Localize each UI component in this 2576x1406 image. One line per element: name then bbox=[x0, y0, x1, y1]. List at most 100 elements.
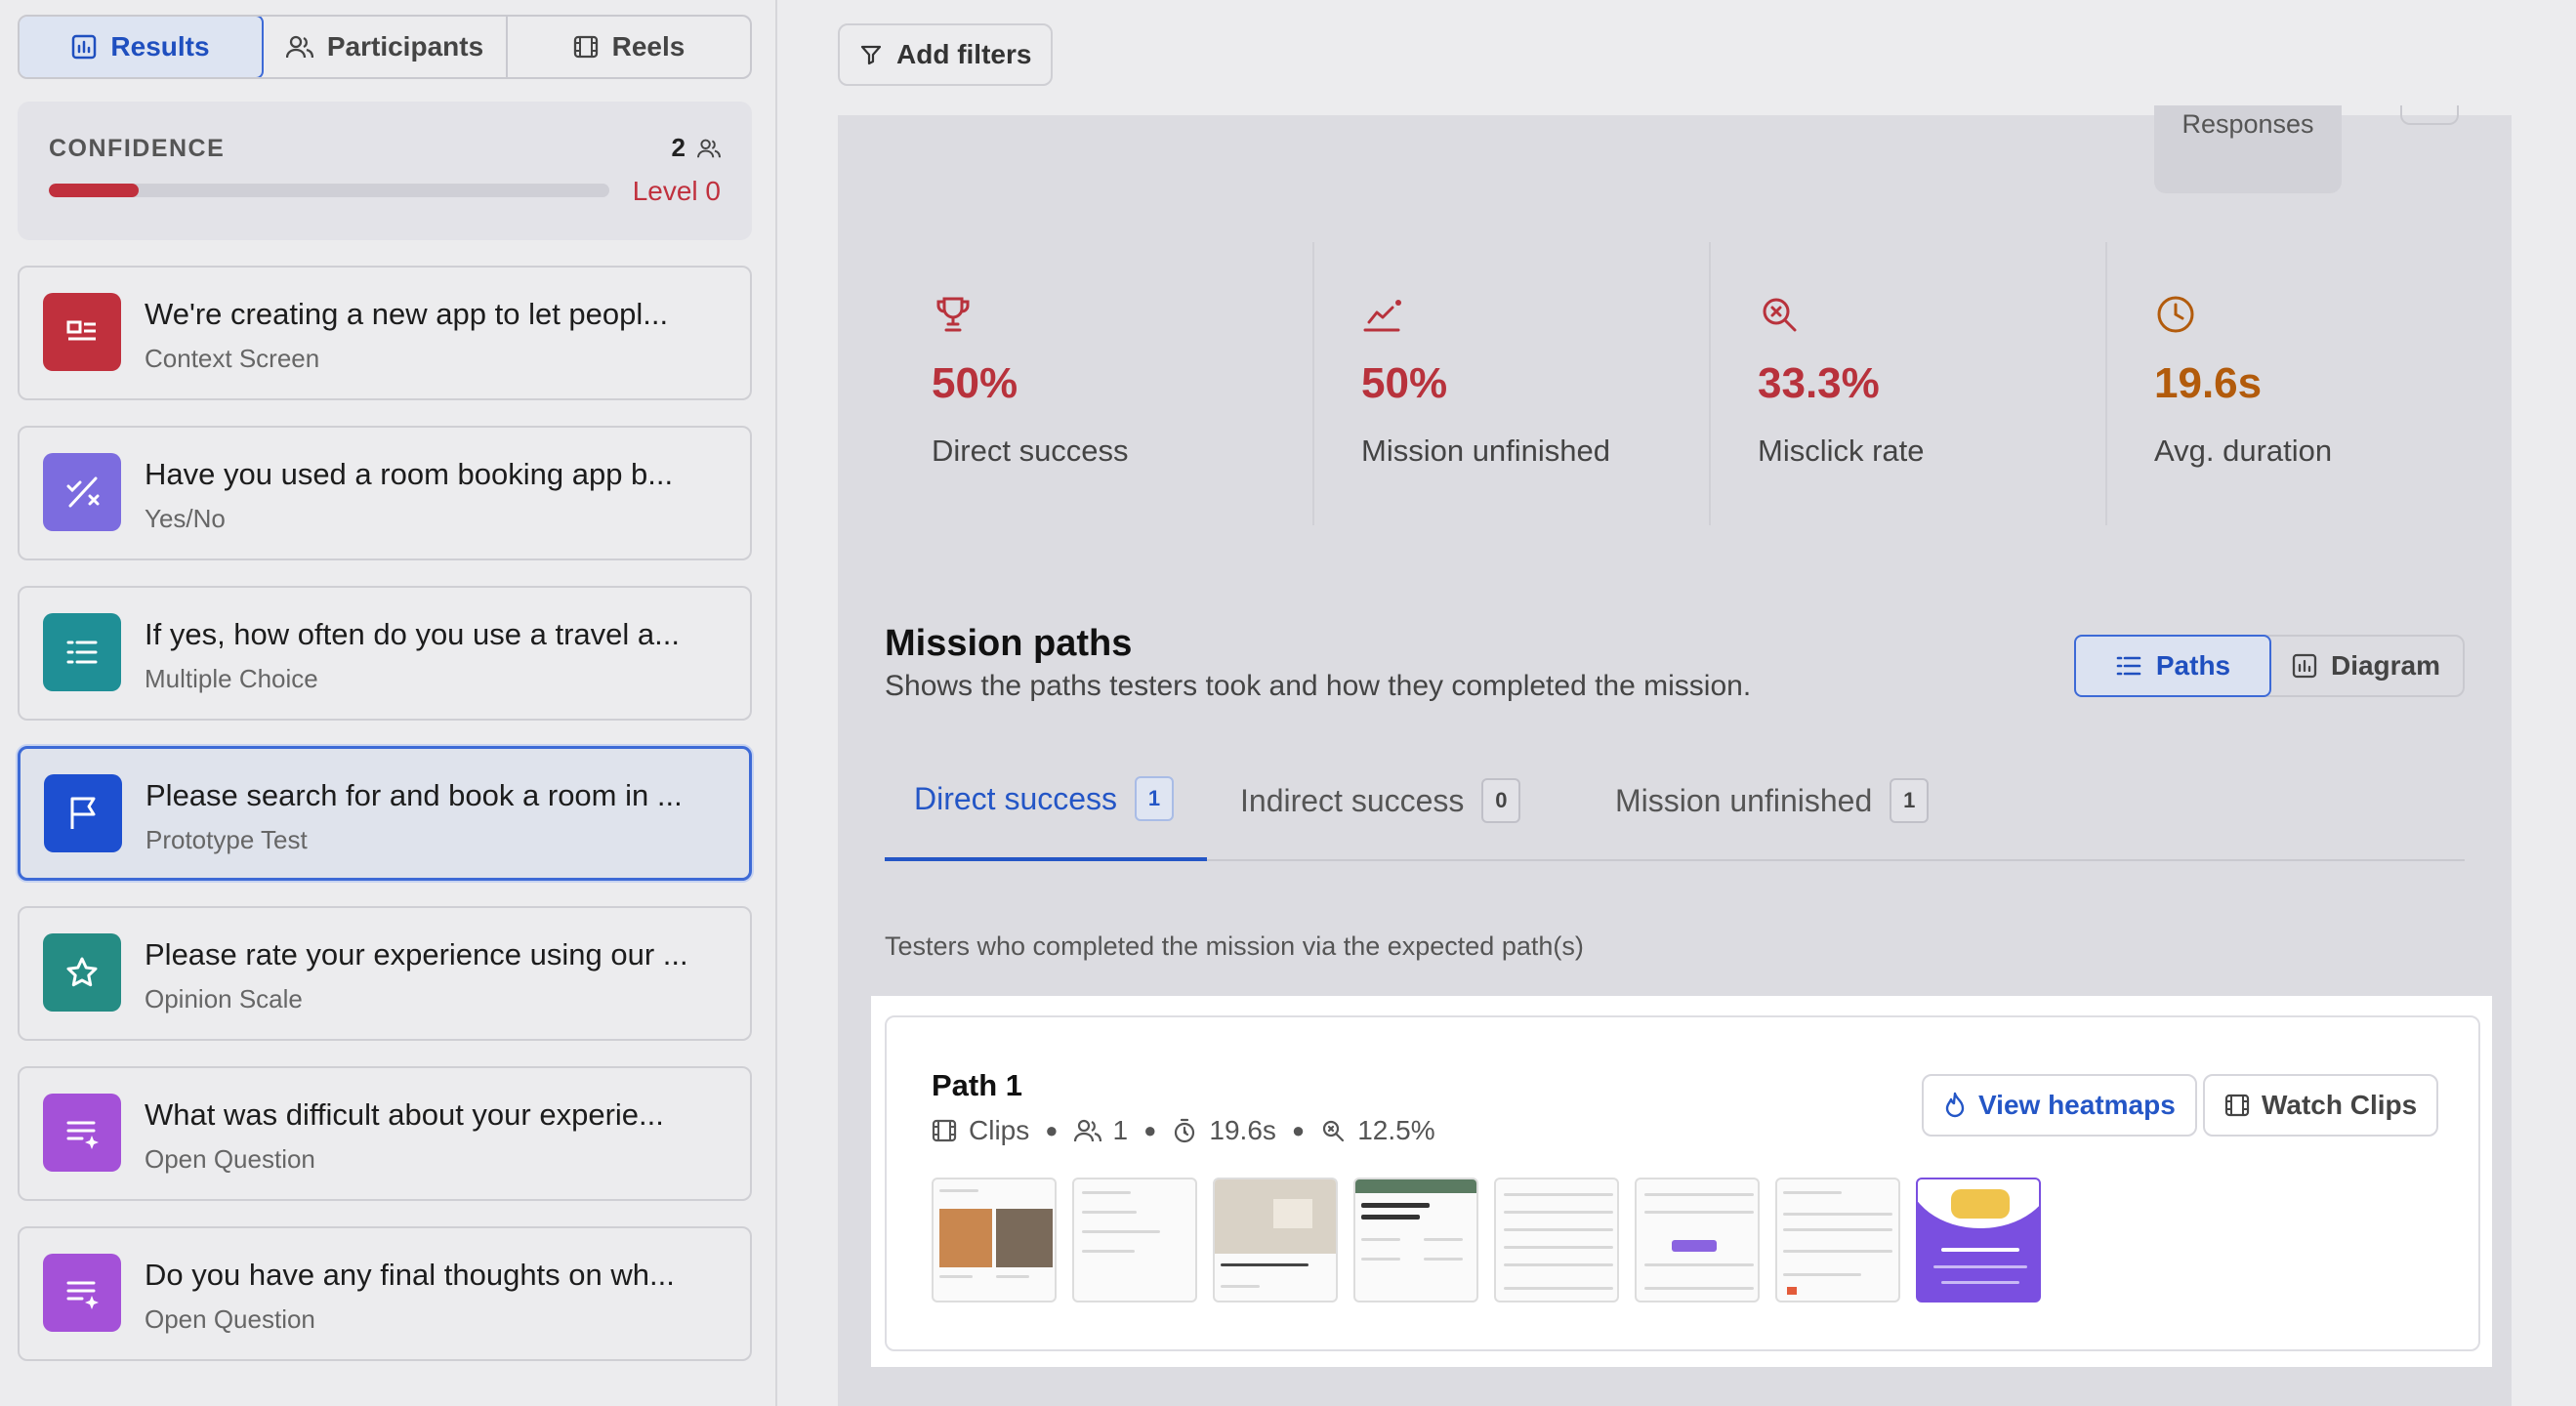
stat-misclick-rate: 33.3% Misclick rate bbox=[1711, 242, 2107, 525]
path-highlight: Path 1 Clips ● 1 ● 19.6s ● 12.5% View he… bbox=[871, 996, 2492, 1367]
tab-direct-success[interactable]: Direct success 1 bbox=[885, 740, 1207, 861]
block-title: If yes, how often do you use a travel a.… bbox=[145, 617, 680, 651]
screen-thumbnail-popular-places[interactable] bbox=[932, 1178, 1057, 1303]
users-icon bbox=[1073, 1118, 1101, 1143]
block-type: Context Screen bbox=[145, 344, 320, 373]
clock-icon bbox=[2154, 293, 2197, 341]
screen-thumbnail-search-list[interactable] bbox=[1072, 1178, 1197, 1303]
misclick-icon bbox=[1320, 1118, 1346, 1143]
stat-direct-success: 50% Direct success bbox=[838, 242, 1314, 525]
block-title: Please rate your experience using our ..… bbox=[145, 937, 688, 972]
confidence-progress-bar bbox=[49, 184, 609, 197]
block-item-prototype-test[interactable]: Please search for and book a room in ...… bbox=[18, 746, 752, 881]
confidence-count: 2 bbox=[672, 133, 721, 163]
stat-value: 50% bbox=[932, 359, 1018, 407]
stat-avg-duration: 19.6s Avg. duration bbox=[2107, 242, 2504, 525]
path-title: Path 1 bbox=[932, 1068, 1023, 1102]
tab-count: 1 bbox=[1890, 778, 1930, 823]
give-up-icon bbox=[1361, 293, 1404, 341]
tab-label: Indirect success bbox=[1240, 782, 1465, 818]
tab-label: Mission unfinished bbox=[1615, 782, 1873, 818]
tab-label: Direct success bbox=[914, 780, 1118, 816]
view-heatmaps-button[interactable]: View heatmaps bbox=[1922, 1074, 2197, 1137]
results-nav: Results Participants Reels bbox=[18, 15, 752, 79]
watch-clips-label: Watch Clips bbox=[2262, 1090, 2418, 1120]
block-item-open-question[interactable]: What was difficult about your experie...… bbox=[18, 1066, 752, 1201]
confidence-progress-fill bbox=[49, 184, 139, 197]
path-clips-label[interactable]: Clips bbox=[969, 1115, 1029, 1146]
confidence-level: Level 0 bbox=[632, 176, 721, 206]
screen-thumbnail-calendar-selected[interactable] bbox=[1635, 1178, 1760, 1303]
block-type: Open Question bbox=[145, 1144, 315, 1174]
stat-value: 50% bbox=[1361, 359, 1448, 407]
block-item-yes-no[interactable]: Have you used a room booking app b... Ye… bbox=[18, 426, 752, 560]
tab-count: 0 bbox=[1481, 778, 1521, 823]
sidebar: Results Participants Reels CONFIDENCE 2 … bbox=[0, 0, 777, 1406]
star-icon bbox=[43, 933, 121, 1012]
block-item-multiple-choice[interactable]: If yes, how often do you use a travel a.… bbox=[18, 586, 752, 721]
confidence-panel: CONFIDENCE 2 Level 0 bbox=[18, 102, 752, 240]
path-screen-thumbnails bbox=[932, 1178, 2041, 1303]
list-icon bbox=[43, 613, 121, 691]
trophy-icon bbox=[932, 293, 975, 341]
screen-thumbnail-listing[interactable] bbox=[1213, 1178, 1338, 1303]
panel-control-fragment[interactable] bbox=[2400, 105, 2459, 125]
confidence-count-value: 2 bbox=[671, 133, 686, 162]
add-filters-button[interactable]: Add filters bbox=[838, 23, 1054, 86]
add-filters-label: Add filters bbox=[896, 39, 1032, 69]
misclick-icon bbox=[1758, 293, 1801, 341]
screen-thumbnail-payment[interactable] bbox=[1775, 1178, 1900, 1303]
screen-thumbnail-calendar[interactable] bbox=[1494, 1178, 1619, 1303]
block-type: Open Question bbox=[145, 1304, 315, 1334]
tab-indirect-success[interactable]: Indirect success 0 bbox=[1211, 740, 1550, 861]
confidence-label: CONFIDENCE bbox=[49, 135, 226, 162]
yes-no-icon bbox=[43, 453, 121, 531]
block-type: Yes/No bbox=[145, 504, 226, 533]
path-meta: Clips ● 1 ● 19.6s ● 12.5% bbox=[932, 1115, 1435, 1146]
block-list: We're creating a new app to let peopl...… bbox=[18, 266, 752, 1386]
diagram-view-button[interactable]: Diagram bbox=[2269, 637, 2463, 695]
mission-paths-title: Mission paths bbox=[885, 623, 1133, 664]
block-title: Have you used a room booking app b... bbox=[145, 457, 674, 491]
stat-label: Mission unfinished bbox=[1361, 434, 1611, 468]
stopwatch-icon bbox=[1172, 1118, 1197, 1143]
film-icon bbox=[573, 34, 599, 60]
watch-clips-button[interactable]: Watch Clips bbox=[2203, 1074, 2439, 1137]
block-item-opinion-scale[interactable]: Please rate your experience using our ..… bbox=[18, 906, 752, 1041]
screen-thumbnail-booking-confirmed[interactable] bbox=[1916, 1178, 2041, 1303]
screen-thumbnail-flat-details[interactable] bbox=[1353, 1178, 1478, 1303]
responses-tab[interactable]: Responses bbox=[2154, 105, 2342, 193]
path-participants: 1 bbox=[1112, 1115, 1129, 1145]
paths-view-button[interactable]: Paths bbox=[2074, 635, 2271, 697]
list-icon bbox=[2115, 654, 2142, 678]
tab-results[interactable]: Results bbox=[20, 17, 264, 77]
separator-dot: ● bbox=[1143, 1118, 1157, 1142]
view-heatmaps-label: View heatmaps bbox=[1978, 1090, 2176, 1120]
stat-label: Direct success bbox=[932, 434, 1129, 468]
tab-reels[interactable]: Reels bbox=[508, 17, 750, 77]
open-text-icon bbox=[43, 1254, 121, 1332]
block-type: Prototype Test bbox=[145, 825, 308, 854]
block-title: Please search for and book a room in ... bbox=[145, 778, 683, 812]
results-panel: Responses 50% Direct success 50% Mission… bbox=[838, 105, 2512, 1406]
block-item-open-question-final[interactable]: Do you have any final thoughts on wh... … bbox=[18, 1226, 752, 1361]
chart-icon bbox=[2292, 653, 2317, 679]
block-title: What was difficult about your experie... bbox=[145, 1097, 664, 1132]
block-item-context-screen[interactable]: We're creating a new app to let peopl...… bbox=[18, 266, 752, 400]
block-type: Opinion Scale bbox=[145, 984, 303, 1013]
tab-participants[interactable]: Participants bbox=[264, 17, 508, 77]
tab-count: 1 bbox=[1135, 776, 1175, 821]
tab-description: Testers who completed the mission via th… bbox=[885, 931, 1584, 961]
path-card: Path 1 Clips ● 1 ● 19.6s ● 12.5% View he… bbox=[885, 1015, 2480, 1351]
tab-mission-unfinished[interactable]: Mission unfinished 1 bbox=[1586, 740, 1958, 861]
stat-mission-unfinished: 50% Mission unfinished bbox=[1314, 242, 1711, 525]
stat-label: Misclick rate bbox=[1758, 434, 1925, 468]
open-text-icon bbox=[43, 1094, 121, 1172]
film-icon bbox=[932, 1118, 957, 1143]
outcome-tabs: Direct success 1 Indirect success 0 Miss… bbox=[885, 740, 2465, 861]
path-duration: 19.6s bbox=[1209, 1115, 1276, 1145]
tab-results-label: Results bbox=[110, 31, 210, 62]
block-title: Do you have any final thoughts on wh... bbox=[145, 1258, 675, 1292]
block-title: We're creating a new app to let peopl... bbox=[145, 297, 669, 331]
flag-icon bbox=[44, 774, 122, 852]
